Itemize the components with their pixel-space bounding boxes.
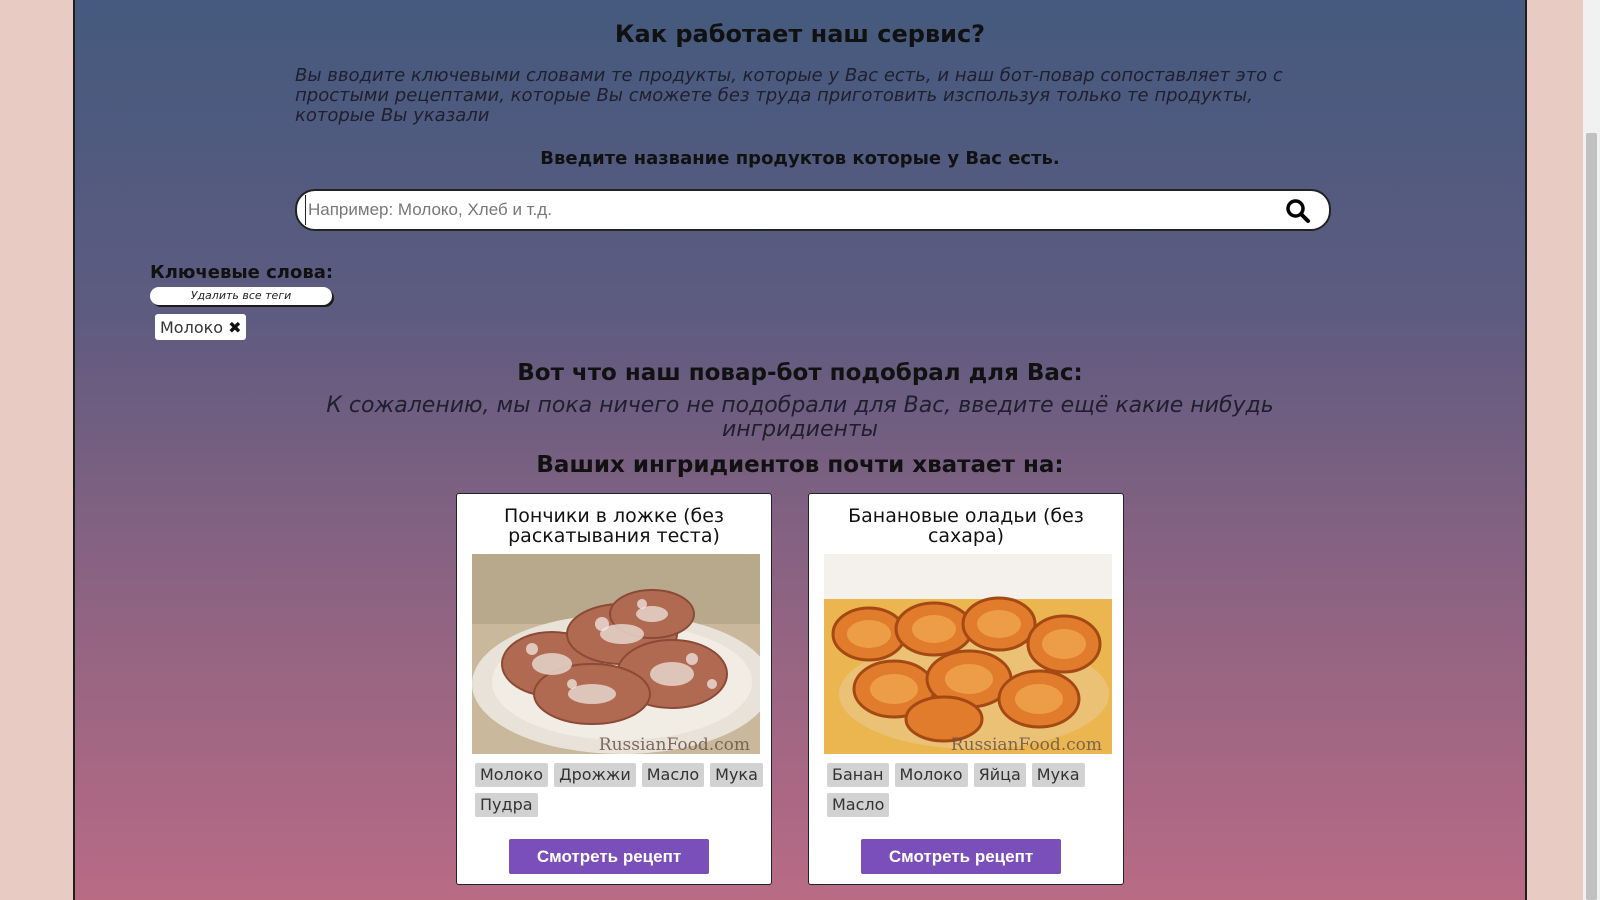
keyword-tag: Молоко ✖ <box>155 314 247 340</box>
close-icon[interactable]: ✖ <box>228 318 241 337</box>
ingredient-chip: Масло <box>641 763 705 787</box>
ingredient-chip: Молоко <box>475 763 549 787</box>
results-title: Вот что наш повар-бот подобрал для Вас: <box>517 360 1083 386</box>
recipe-image-pancakes[interactable]: RussianFood.com <box>824 554 1112 754</box>
recipe-image-donuts[interactable]: RussianFood.com <box>472 554 760 754</box>
view-recipe-button[interactable]: Смотреть рецепт <box>509 839 709 874</box>
search-input[interactable] <box>305 195 1245 225</box>
ingredient-chip: Масло <box>827 793 890 817</box>
page-scrollbar[interactable] <box>1583 0 1600 900</box>
ingredient-list: Банан Молоко Яйца Мука Масло <box>827 763 1117 817</box>
ingredient-chip: Дрожжи <box>554 763 636 787</box>
intro-text: Вы вводите ключевыми словами те продукты… <box>295 65 1283 126</box>
search-icon[interactable] <box>1285 198 1311 224</box>
keywords-label: Ключевые слова: <box>150 262 334 283</box>
clear-tags-button[interactable]: Удалить все теги <box>150 287 332 305</box>
ingredient-list: Молоко Дрожжи Масло Мука Пудра <box>475 763 765 817</box>
recipe-card: Пончики в ложке (без раскатывания теста) <box>456 493 772 885</box>
image-watermark: RussianFood.com <box>951 735 1102 754</box>
ingredient-chip: Яйца <box>973 763 1026 787</box>
empty-message: К сожалению, мы пока ничего не подобрали… <box>326 393 1274 442</box>
recipe-title: Банановые оладьи (без сахара) <box>848 505 1084 547</box>
search-prompt: Введите название продуктов которые у Вас… <box>540 148 1060 169</box>
recipe-title: Пончики в ложке (без раскатывания теста) <box>503 505 725 547</box>
scrollbar-thumb[interactable] <box>1586 133 1597 900</box>
main-panel: Как работает наш сервис? Вы вводите ключ… <box>73 0 1527 900</box>
page-title: Как работает наш сервис? <box>614 20 986 48</box>
ingredient-chip: Банан <box>827 763 889 787</box>
ingredient-chip: Мука <box>1031 763 1085 787</box>
keyword-tag-label: Молоко <box>160 317 224 337</box>
image-watermark: RussianFood.com <box>599 735 750 754</box>
almost-title: Ваших ингридиентов почти хватает на: <box>536 452 1064 478</box>
view-recipe-button[interactable]: Смотреть рецепт <box>861 839 1061 874</box>
ingredient-chip: Молоко <box>894 763 968 787</box>
recipe-card: Банановые оладьи (без сахара) RussianFoo… <box>808 493 1124 885</box>
ingredient-chip: Пудра <box>475 793 538 817</box>
ingredient-chip: Мука <box>710 763 763 787</box>
search-bar <box>295 189 1331 231</box>
